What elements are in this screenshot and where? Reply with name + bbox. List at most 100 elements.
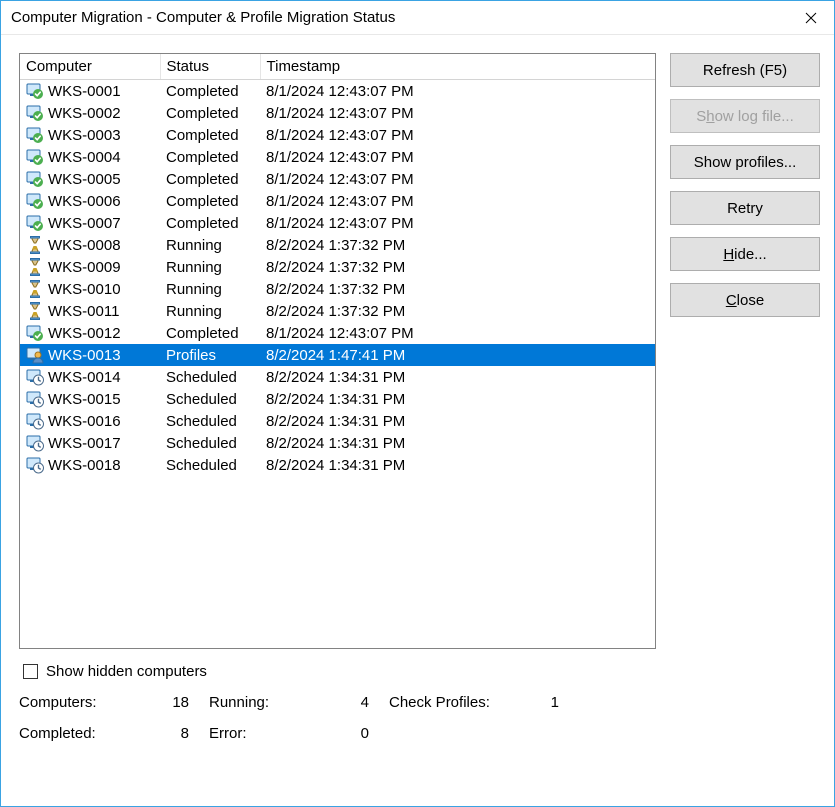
completed-icon [26,192,44,210]
retry-button[interactable]: Retry [670,191,820,225]
show-hidden-checkbox[interactable]: Show hidden computers [19,663,656,680]
row-status: Running [160,234,260,256]
table-row[interactable]: WKS-0013Profiles8/2/2024 1:47:41 PM [20,344,655,366]
completed-icon [26,104,44,122]
row-computer: WKS-0006 [48,193,121,210]
row-status: Completed [160,322,260,344]
titlebar: Computer Migration - Computer & Profile … [1,1,834,35]
table-row[interactable]: WKS-0010Running8/2/2024 1:37:32 PM [20,278,655,300]
row-status: Completed [160,168,260,190]
close-icon [805,12,817,24]
row-timestamp: 8/2/2024 1:47:41 PM [260,344,655,366]
checkbox-label: Show hidden computers [46,663,207,680]
table-row[interactable]: WKS-0003Completed8/1/2024 12:43:07 PM [20,124,655,146]
row-timestamp: 8/2/2024 1:34:31 PM [260,366,655,388]
row-status: Running [160,278,260,300]
stat-checkprofiles-value: 1 [519,694,579,711]
row-computer: WKS-0016 [48,413,121,430]
row-computer: WKS-0015 [48,391,121,408]
refresh-button[interactable]: Refresh (F5) [670,53,820,87]
table-row[interactable]: WKS-0005 Completed8/1/2024 12:43:07 PM [20,168,655,190]
row-computer: WKS-0018 [48,457,121,474]
completed-icon [26,148,44,166]
scheduled-icon [26,368,44,386]
status-table[interactable]: Computer Status Timestamp WKS-0001 Comple… [19,53,656,649]
table-row[interactable]: WKS-0006 Completed8/1/2024 12:43:07 PM [20,190,655,212]
row-computer: WKS-0011 [48,303,119,320]
row-timestamp: 8/2/2024 1:34:31 PM [260,410,655,432]
row-computer: WKS-0001 [48,83,121,100]
row-timestamp: 8/1/2024 12:43:07 PM [260,168,655,190]
row-timestamp: 8/2/2024 1:34:31 PM [260,432,655,454]
row-computer: WKS-0007 [48,215,121,232]
row-status: Scheduled [160,432,260,454]
column-header-computer[interactable]: Computer [20,54,160,80]
stat-error-value: 0 [309,725,389,742]
row-computer: WKS-0004 [48,149,121,166]
stat-error-label: Error: [209,725,309,742]
table-row[interactable]: WKS-0016 Scheduled8/2/2024 1:34:31 PM [20,410,655,432]
row-computer: WKS-0010 [48,281,121,298]
table-row[interactable]: WKS-0017 Scheduled8/2/2024 1:34:31 PM [20,432,655,454]
column-header-status[interactable]: Status [160,54,260,80]
scheduled-icon [26,434,44,452]
row-status: Scheduled [160,388,260,410]
row-timestamp: 8/1/2024 12:43:07 PM [260,322,655,344]
row-computer: WKS-0008 [48,237,121,254]
row-timestamp: 8/2/2024 1:37:32 PM [260,256,655,278]
stat-completed-label: Completed: [19,725,129,742]
row-status: Completed [160,124,260,146]
completed-icon [26,126,44,144]
profiles-icon [26,346,44,364]
row-timestamp: 8/1/2024 12:43:07 PM [260,124,655,146]
running-icon [26,302,44,320]
stat-checkprofiles-label: Check Profiles: [389,694,519,711]
row-status: Scheduled [160,410,260,432]
row-timestamp: 8/2/2024 1:37:32 PM [260,300,655,322]
row-status: Completed [160,146,260,168]
table-row[interactable]: WKS-0015Scheduled8/2/2024 1:34:31 PM [20,388,655,410]
row-status: Scheduled [160,366,260,388]
row-status: Completed [160,102,260,124]
table-row[interactable]: WKS-0009Running8/2/2024 1:37:32 PM [20,256,655,278]
row-timestamp: 8/2/2024 1:37:32 PM [260,234,655,256]
column-header-timestamp[interactable]: Timestamp [260,54,655,80]
table-row[interactable]: WKS-0002Completed8/1/2024 12:43:07 PM [20,102,655,124]
table-row[interactable]: WKS-0001 Completed8/1/2024 12:43:07 PM [20,80,655,103]
scheduled-icon [26,456,44,474]
running-icon [26,258,44,276]
completed-icon [26,324,44,342]
show-profiles-button[interactable]: Show profiles... [670,145,820,179]
table-row[interactable]: WKS-0011 Running8/2/2024 1:37:32 PM [20,300,655,322]
table-row[interactable]: WKS-0012Completed8/1/2024 12:43:07 PM [20,322,655,344]
show-log-button[interactable]: Show log file... [670,99,820,133]
row-status: Completed [160,212,260,234]
hide-button[interactable]: Hide... [670,237,820,271]
checkbox-icon [23,664,38,679]
stat-computers-label: Computers: [19,694,129,711]
stat-running-label: Running: [209,694,309,711]
row-status: Completed [160,80,260,103]
window-close-button[interactable] [788,2,834,34]
row-computer: WKS-0017 [48,435,121,452]
row-timestamp: 8/1/2024 12:43:07 PM [260,80,655,103]
completed-icon [26,214,44,232]
table-row[interactable]: WKS-0004Completed8/1/2024 12:43:07 PM [20,146,655,168]
row-computer: WKS-0014 [48,369,121,386]
row-status: Completed [160,190,260,212]
row-timestamp: 8/1/2024 12:43:07 PM [260,102,655,124]
table-row[interactable]: WKS-0018Scheduled8/2/2024 1:34:31 PM [20,454,655,476]
row-timestamp: 8/1/2024 12:43:07 PM [260,190,655,212]
table-row[interactable]: WKS-0014 Scheduled8/2/2024 1:34:31 PM [20,366,655,388]
stat-completed-value: 8 [129,725,209,742]
scheduled-icon [26,390,44,408]
row-computer: WKS-0005 [48,171,121,188]
table-row[interactable]: WKS-0007Completed8/1/2024 12:43:07 PM [20,212,655,234]
row-computer: WKS-0013 [48,347,121,364]
stats-block: Computers: 18 Running: 4 Check Profiles:… [19,694,656,742]
table-row[interactable]: WKS-0008 Running8/2/2024 1:37:32 PM [20,234,655,256]
scheduled-icon [26,412,44,430]
row-status: Scheduled [160,454,260,476]
close-button[interactable]: Close [670,283,820,317]
row-status: Running [160,300,260,322]
